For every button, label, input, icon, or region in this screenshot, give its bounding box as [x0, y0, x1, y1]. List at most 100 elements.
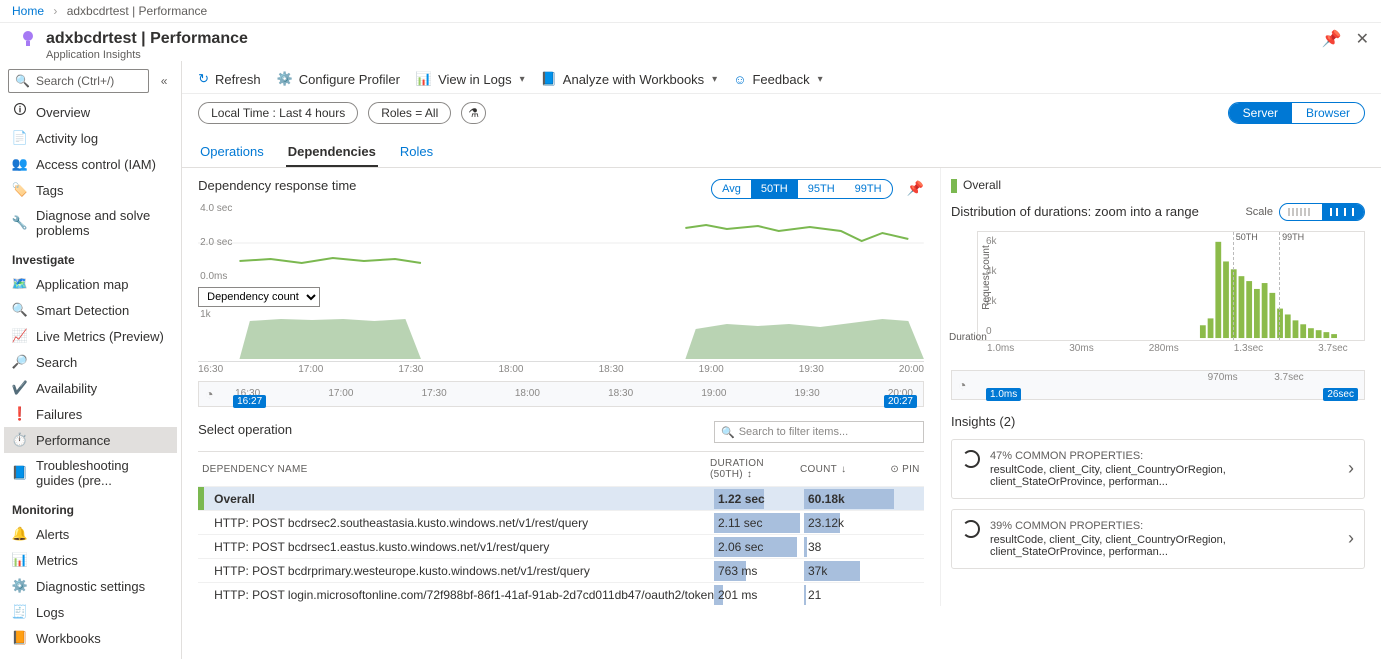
- pin-icon[interactable]: 📌: [1322, 29, 1342, 49]
- sidebar-collapse-icon[interactable]: «: [155, 74, 173, 88]
- tabs: Operations Dependencies Roles: [182, 132, 1381, 168]
- dep-name: HTTP: POST bcdrsec1.eastus.kusto.windows…: [198, 540, 714, 554]
- scale-linear[interactable]: [1280, 204, 1322, 220]
- sidebar-item[interactable]: 📄Activity log: [4, 125, 177, 151]
- insight-card[interactable]: 39% COMMON PROPERTIES:resultCode, client…: [951, 509, 1365, 569]
- breadcrumb: Home › adxbcdrtest | Performance: [0, 0, 1381, 23]
- pin-chart-icon[interactable]: 📌: [907, 180, 924, 197]
- smiley-icon: ☺: [733, 72, 746, 87]
- scale-label: Scale: [1245, 206, 1273, 218]
- chevron-down-icon: ▾: [712, 74, 717, 85]
- clock-icon: ◔: [205, 386, 213, 402]
- perc-avg[interactable]: Avg: [712, 180, 751, 198]
- duration-histogram[interactable]: Request count 50TH 99TH 6k 4k 2k 0: [977, 231, 1365, 341]
- nav-label: Workbooks: [36, 631, 101, 646]
- overall-label: Overall: [951, 178, 1365, 193]
- operation-search[interactable]: 🔍 Search to filter items...: [714, 421, 924, 443]
- table-row[interactable]: HTTP: POST login.microsoftonline.com/72f…: [198, 582, 924, 606]
- perc-95[interactable]: 95TH: [798, 180, 845, 198]
- sidebar-item[interactable]: 🧾Logs: [4, 599, 177, 625]
- sidebar-item[interactable]: 🗺️Application map: [4, 271, 177, 297]
- duration-scrubber[interactable]: ◔ 970ms 3.7sec 1.0ms 26sec: [951, 370, 1365, 400]
- nav-icon: 🏷️: [12, 182, 28, 198]
- nav-icon: ❗: [12, 406, 28, 422]
- sidebar-item[interactable]: 📙 Workbooks: [4, 625, 177, 651]
- col-name[interactable]: DEPENDENCY NAME: [202, 464, 710, 475]
- sidebar-item[interactable]: 📘Troubleshooting guides (pre...: [4, 453, 177, 493]
- perc-50[interactable]: 50TH: [751, 180, 798, 198]
- spinner-icon: [962, 520, 980, 538]
- nav-label: Smart Detection: [36, 303, 129, 318]
- duration-cell: 2.11 sec: [714, 511, 804, 535]
- table-header: DEPENDENCY NAME DURATION (50TH)↕ COUNT↓ …: [198, 452, 924, 486]
- tab-roles[interactable]: Roles: [398, 138, 435, 167]
- close-icon[interactable]: ✕: [1356, 29, 1369, 49]
- tab-dependencies[interactable]: Dependencies: [286, 138, 378, 167]
- spinner-icon: [962, 450, 980, 468]
- sidebar-item[interactable]: 🔍Smart Detection: [4, 297, 177, 323]
- sidebar-item[interactable]: 🔔 Alerts: [4, 521, 177, 547]
- time-scrubber[interactable]: ◔ 16:3017:0017:3018:0018:3019:0019:3020:…: [198, 381, 924, 407]
- search-icon: 🔍: [15, 74, 30, 88]
- insight-card[interactable]: 47% COMMON PROPERTIES:resultCode, client…: [951, 439, 1365, 499]
- p50-marker: 50TH: [1233, 232, 1258, 340]
- nav-label: Availability: [36, 381, 97, 396]
- nav-icon: 🔔: [12, 526, 28, 542]
- count-cell: 21: [804, 583, 894, 607]
- server-browser-toggle[interactable]: Server Browser: [1228, 102, 1365, 124]
- browser-option[interactable]: Browser: [1292, 103, 1364, 123]
- table-row[interactable]: HTTP: POST bcdrsec1.eastus.kusto.windows…: [198, 534, 924, 558]
- insight-body: resultCode, client_City, client_CountryO…: [990, 534, 1338, 558]
- filter-icon[interactable]: ⚗: [461, 102, 486, 124]
- duration-cell: 2.06 sec: [714, 535, 804, 559]
- green-bar-icon: [951, 179, 957, 193]
- sidebar-item[interactable]: 🏷️Tags: [4, 177, 177, 203]
- nav-icon: ✔️: [12, 380, 28, 396]
- search-input[interactable]: 🔍 Search (Ctrl+/): [8, 69, 149, 93]
- tab-operations[interactable]: Operations: [198, 138, 266, 167]
- view-in-logs-button[interactable]: 📊View in Logs▾: [416, 71, 525, 87]
- sidebar-item[interactable]: 🛈Overview: [4, 99, 177, 125]
- analyze-workbooks-button[interactable]: 📘Analyze with Workbooks▾: [541, 71, 718, 87]
- sidebar-item[interactable]: ⏱️Performance: [4, 427, 177, 453]
- scale-log[interactable]: [1322, 204, 1364, 220]
- scale-toggle[interactable]: [1279, 203, 1365, 221]
- page-title: adxbcdrtest | Performance: [46, 30, 248, 48]
- nav-icon: 📙: [12, 630, 28, 646]
- roles-pill[interactable]: Roles = All: [368, 102, 451, 124]
- duration-cell: 1.22 sec: [714, 487, 804, 511]
- table-row[interactable]: Overall1.22 sec60.18k: [198, 486, 924, 510]
- workbook-icon: 📘: [541, 71, 557, 87]
- sidebar-item[interactable]: 🔎Search: [4, 349, 177, 375]
- time-range-pill[interactable]: Local Time : Last 4 hours: [198, 102, 358, 124]
- server-option[interactable]: Server: [1229, 103, 1292, 123]
- table-row[interactable]: HTTP: POST bcdrprimary.westeurope.kusto.…: [198, 558, 924, 582]
- sidebar-item[interactable]: ✔️ Availability: [4, 375, 177, 401]
- toolbar: ↻Refresh ⚙️Configure Profiler 📊View in L…: [182, 61, 1381, 94]
- nav-label: Activity log: [36, 131, 98, 146]
- dep-name: HTTP: POST bcdrsec2.southeastasia.kusto.…: [198, 516, 714, 530]
- filter-bar: Local Time : Last 4 hours Roles = All ⚗ …: [182, 94, 1381, 132]
- breadcrumb-sep: ›: [53, 4, 57, 18]
- configure-profiler-button[interactable]: ⚙️Configure Profiler: [277, 71, 400, 87]
- refresh-button[interactable]: ↻Refresh: [198, 71, 260, 87]
- col-count[interactable]: COUNT↓: [800, 464, 890, 475]
- table-row[interactable]: HTTP: POST bcdrsec2.southeastasia.kusto.…: [198, 510, 924, 534]
- percentile-toggle[interactable]: Avg 50TH 95TH 99TH: [711, 179, 892, 199]
- sidebar-item[interactable]: 📈Live Metrics (Preview): [4, 323, 177, 349]
- breadcrumb-home[interactable]: Home: [12, 4, 44, 18]
- sidebar-item[interactable]: ⚙️Diagnostic settings: [4, 573, 177, 599]
- dependency-count-chart[interactable]: 1k: [198, 309, 924, 359]
- appinsights-icon: [18, 29, 38, 49]
- dependency-count-select[interactable]: Dependency count: [198, 287, 320, 307]
- count-cell: 38: [804, 535, 894, 559]
- nav-label: Alerts: [36, 527, 69, 542]
- response-time-chart[interactable]: 4.0 sec 2.0 sec 0.0ms: [198, 203, 924, 283]
- sidebar-item[interactable]: 📊Metrics: [4, 547, 177, 573]
- sidebar-item[interactable]: 🔧Diagnose and solve problems: [4, 203, 177, 243]
- feedback-button[interactable]: ☺Feedback▾: [733, 72, 822, 87]
- col-duration[interactable]: DURATION (50TH)↕: [710, 458, 800, 480]
- sidebar-item[interactable]: 👥Access control (IAM): [4, 151, 177, 177]
- perc-99[interactable]: 99TH: [845, 180, 892, 198]
- sidebar-item[interactable]: ❗Failures: [4, 401, 177, 427]
